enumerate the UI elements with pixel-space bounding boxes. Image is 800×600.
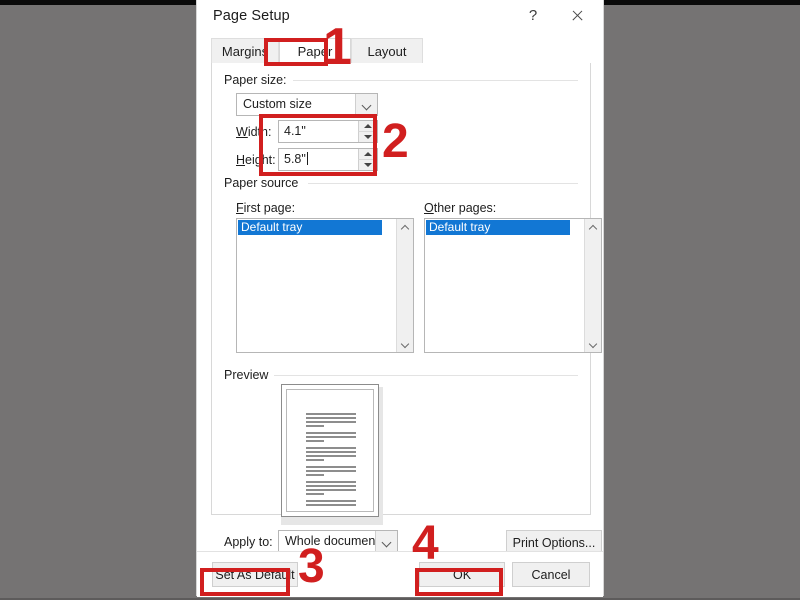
other-pages-listbox[interactable]: Default tray [424, 218, 602, 353]
close-icon [571, 9, 584, 22]
print-options-label: Print Options... [512, 535, 596, 550]
other-pages-label: Other pages: [424, 201, 497, 215]
paper-size-divider [292, 80, 578, 81]
screen: Page Setup ? Margins Paper Layout Paper … [0, 0, 800, 600]
scroll-up-icon[interactable] [585, 219, 601, 235]
other-pages-selected-item[interactable]: Default tray [426, 220, 570, 235]
paper-source-divider [308, 183, 578, 184]
page-setup-dialog: Page Setup ? Margins Paper Layout Paper … [196, 0, 604, 597]
other-pages-label-rest: ther pages: [433, 201, 497, 215]
paper-size-group-text: Paper size: [224, 73, 287, 87]
help-icon[interactable]: ? [511, 0, 555, 31]
first-page-label-rest: irst page: [243, 201, 296, 215]
close-button[interactable] [555, 0, 599, 31]
preview-group-text: Preview [224, 368, 269, 382]
first-page-scrollbar[interactable] [396, 219, 413, 352]
annotation-number-4: 4 [412, 517, 439, 570]
cancel-label: Cancel [531, 567, 571, 582]
scroll-down-icon[interactable] [397, 336, 413, 352]
paper-size-select[interactable]: Custom size [236, 93, 378, 116]
chevron-down-icon[interactable] [375, 531, 397, 552]
paper-source-group-label: Paper source [224, 176, 305, 190]
annotation-box-paper-tab [264, 38, 328, 66]
paper-source-group-text: Paper source [224, 176, 299, 190]
preview-page [281, 384, 379, 517]
first-page-label: First page: [236, 201, 296, 215]
apply-to-label: Apply to: [224, 535, 273, 549]
other-pages-scrollbar[interactable] [584, 219, 601, 352]
apply-to-label-text: Apply to: [224, 535, 273, 549]
paper-size-group-label: Paper size: [224, 73, 293, 87]
cancel-button[interactable]: Cancel [512, 562, 590, 587]
first-page-listbox[interactable]: Default tray [236, 218, 414, 353]
annotation-box-size-fields [259, 114, 377, 176]
tab-layout-label: Layout [367, 44, 407, 59]
page-title: Page Setup [213, 8, 290, 24]
annotation-box-ok [415, 568, 503, 596]
preview-group-label: Preview [224, 368, 275, 382]
apply-to-select[interactable]: Whole document [278, 530, 398, 553]
annotation-box-set-as-default [200, 568, 290, 596]
paper-size-value: Custom size [243, 97, 312, 111]
annotation-number-3: 3 [298, 540, 325, 593]
first-page-selected-item[interactable]: Default tray [238, 220, 382, 235]
preview-divider [274, 375, 578, 376]
chevron-down-icon[interactable] [355, 94, 377, 115]
scroll-down-icon[interactable] [585, 336, 601, 352]
annotation-number-1: 1 [323, 18, 352, 76]
tab-layout[interactable]: Layout [351, 38, 423, 64]
title-bar: Page Setup ? [197, 0, 603, 33]
tab-margins-label: Margins [221, 44, 269, 59]
scroll-up-icon[interactable] [397, 219, 413, 235]
annotation-number-2: 2 [382, 115, 409, 168]
